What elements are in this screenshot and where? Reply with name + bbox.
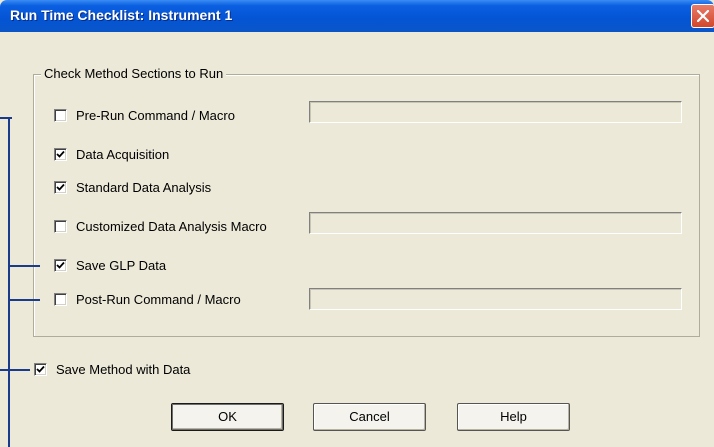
window-title: Run Time Checklist: Instrument 1 <box>10 7 233 23</box>
callout-pointer <box>8 299 40 301</box>
checkmark-icon <box>56 261 65 269</box>
save-method-label: Save Method with Data <box>56 362 191 377</box>
post-run-checkbox[interactable] <box>54 293 67 306</box>
checkmark-icon <box>56 150 65 158</box>
customized-data-analysis-checkbox[interactable] <box>54 220 67 233</box>
ok-button[interactable]: OK <box>171 403 284 431</box>
standard-data-analysis-checkbox[interactable] <box>54 181 67 194</box>
save-glp-data-label: Save GLP Data <box>76 258 167 273</box>
checkmark-icon <box>36 365 45 373</box>
pre-run-checkbox[interactable] <box>54 109 67 122</box>
pre-run-label: Pre-Run Command / Macro <box>76 108 235 123</box>
save-method-checkbox[interactable] <box>34 363 47 376</box>
callout-pointer <box>8 265 40 267</box>
post-run-command-field[interactable] <box>309 288 682 310</box>
data-acquisition-label: Data Acquisition <box>76 147 170 162</box>
cancel-button[interactable]: Cancel <box>313 403 426 431</box>
post-run-label: Post-Run Command / Macro <box>76 292 241 307</box>
callout-line <box>8 118 10 447</box>
save-glp-data-checkbox[interactable] <box>54 259 67 272</box>
customized-macro-field[interactable] <box>309 212 682 234</box>
title-bar[interactable]: Run Time Checklist: Instrument 1 <box>0 0 714 32</box>
customized-data-analysis-label: Customized Data Analysis Macro <box>76 219 267 234</box>
dialog-window: Run Time Checklist: Instrument 1 Check M… <box>0 0 714 447</box>
callout-pointer <box>0 369 30 371</box>
data-acquisition-checkbox[interactable] <box>54 148 67 161</box>
checkmark-icon <box>56 183 65 191</box>
groupbox-legend: Check Method Sections to Run <box>41 66 227 82</box>
standard-data-analysis-label: Standard Data Analysis <box>76 180 212 195</box>
pre-run-command-field[interactable] <box>309 101 682 123</box>
close-icon <box>697 10 709 22</box>
help-button[interactable]: Help <box>457 403 570 431</box>
close-button[interactable] <box>691 4 714 28</box>
callout-pointer <box>0 117 12 119</box>
